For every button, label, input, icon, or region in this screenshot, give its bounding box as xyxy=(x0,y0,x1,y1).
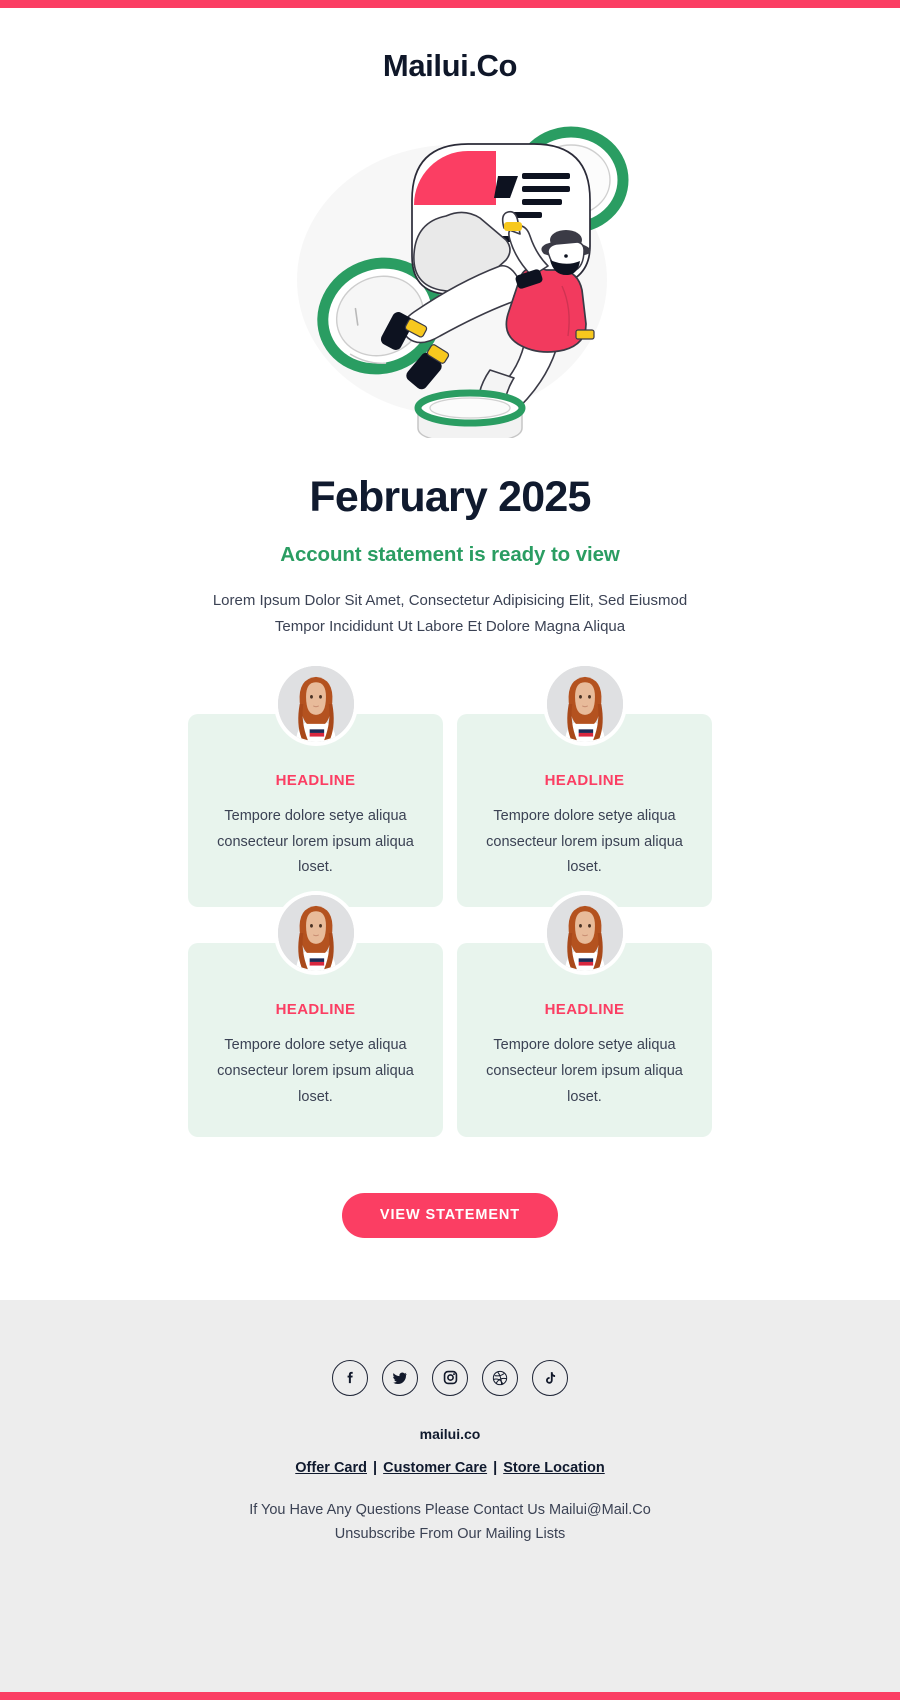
card-text: Tempore dolore setye aliqua consecteur l… xyxy=(486,807,683,876)
email-footer: mailui.co Offer Card | Customer Care | S… xyxy=(0,1299,900,1692)
woman-portrait-avatar xyxy=(277,665,354,742)
card-headline: HEADLINE xyxy=(275,1001,356,1019)
woman-portrait-avatar xyxy=(277,895,354,972)
bottom-accent-bar xyxy=(0,1692,900,1700)
avatar xyxy=(542,661,627,746)
feature-card: HEADLINE Tempore dolore setye aliqua con… xyxy=(457,891,712,1137)
card-text: Tempore dolore setye aliqua consecteur l… xyxy=(486,1037,683,1105)
footer-link-separator: | xyxy=(493,1459,498,1476)
feature-card: HEADLINE Tempore dolore setye aliqua con… xyxy=(188,891,443,1137)
footer-link-customer-care[interactable]: Customer Care xyxy=(383,1460,487,1476)
card-headline: HEADLINE xyxy=(544,771,625,789)
hero-illustration xyxy=(0,102,900,448)
card-text: Tempore dolore setye aliqua consecteur l… xyxy=(217,807,414,876)
brand-header: Mailui.Co xyxy=(0,8,900,102)
top-accent-bar xyxy=(0,0,900,8)
card-text: Tempore dolore setye aliqua consecteur l… xyxy=(217,1037,414,1105)
footer-contact-note: If You Have Any Questions Please Contact… xyxy=(40,1498,860,1547)
footer-site-name: mailui.co xyxy=(419,1425,481,1442)
feature-card: HEADLINE Tempore dolore setye aliqua con… xyxy=(188,661,443,908)
acrobat-balancing-rings-illustration xyxy=(297,126,629,438)
dribbble-icon xyxy=(492,1370,508,1385)
tiktok-icon xyxy=(546,1371,556,1384)
feature-card: HEADLINE Tempore dolore setye aliqua con… xyxy=(457,661,712,908)
card-headline: HEADLINE xyxy=(544,1001,625,1019)
footer-contact-line: If You Have Any Questions Please Contact… xyxy=(249,1501,651,1518)
cta-row: VIEW STATEMENT xyxy=(0,1137,900,1300)
email-template: Mailui.Co February 2025 Account statemen… xyxy=(0,0,900,1700)
avatar xyxy=(273,661,358,746)
footer-unsubscribe-line[interactable]: Unsubscribe From Our Mailing Lists xyxy=(40,1522,860,1546)
page-title: February 2025 xyxy=(309,473,591,521)
social-links xyxy=(40,1359,860,1396)
feature-cards-grid: HEADLINE Tempore dolore setye aliqua con… xyxy=(0,640,900,1137)
footer-link-offer-card[interactable]: Offer Card xyxy=(295,1460,367,1476)
instagram-link[interactable] xyxy=(432,1359,468,1396)
facebook-icon xyxy=(347,1372,353,1384)
tiktok-link[interactable] xyxy=(532,1359,568,1396)
footer-links: Offer Card | Customer Care | Store Locat… xyxy=(40,1460,860,1476)
email-body: Mailui.Co February 2025 Account statemen… xyxy=(0,8,900,1300)
avatar xyxy=(542,891,627,976)
facebook-link[interactable] xyxy=(332,1359,368,1396)
footer-link-store-location[interactable]: Store Location xyxy=(503,1460,605,1476)
intro-paragraph: Lorem Ipsum Dolor Sit Amet, Consectetur … xyxy=(212,592,688,636)
brand-name: Mailui.Co xyxy=(382,48,518,83)
woman-portrait-avatar xyxy=(546,665,623,742)
view-statement-button[interactable]: VIEW STATEMENT xyxy=(341,1192,559,1238)
page-subtitle: Account statement is ready to view xyxy=(280,543,620,567)
headline-block: February 2025 Account statement is ready… xyxy=(0,448,900,640)
instagram-icon xyxy=(443,1370,457,1385)
twitter-icon xyxy=(393,1372,407,1384)
card-headline: HEADLINE xyxy=(275,771,356,789)
footer-link-separator: | xyxy=(373,1459,378,1476)
woman-portrait-avatar xyxy=(546,895,623,972)
dribbble-link[interactable] xyxy=(482,1359,518,1396)
twitter-link[interactable] xyxy=(382,1359,418,1396)
avatar xyxy=(273,891,358,976)
